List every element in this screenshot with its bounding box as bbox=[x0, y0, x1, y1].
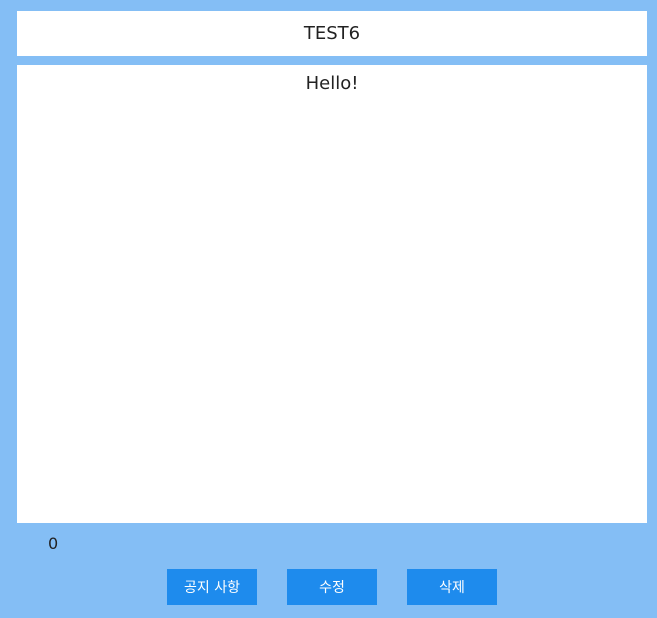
post-content: Hello! bbox=[305, 73, 359, 94]
edit-button[interactable]: 수정 bbox=[287, 569, 377, 605]
post-count: 0 bbox=[48, 534, 59, 553]
post-title-box: TEST6 bbox=[17, 11, 647, 56]
delete-button[interactable]: 삭제 bbox=[407, 569, 497, 605]
notice-button[interactable]: 공지 사항 bbox=[167, 569, 257, 605]
post-content-box: Hello! bbox=[17, 65, 647, 523]
post-title: TEST6 bbox=[303, 23, 361, 44]
